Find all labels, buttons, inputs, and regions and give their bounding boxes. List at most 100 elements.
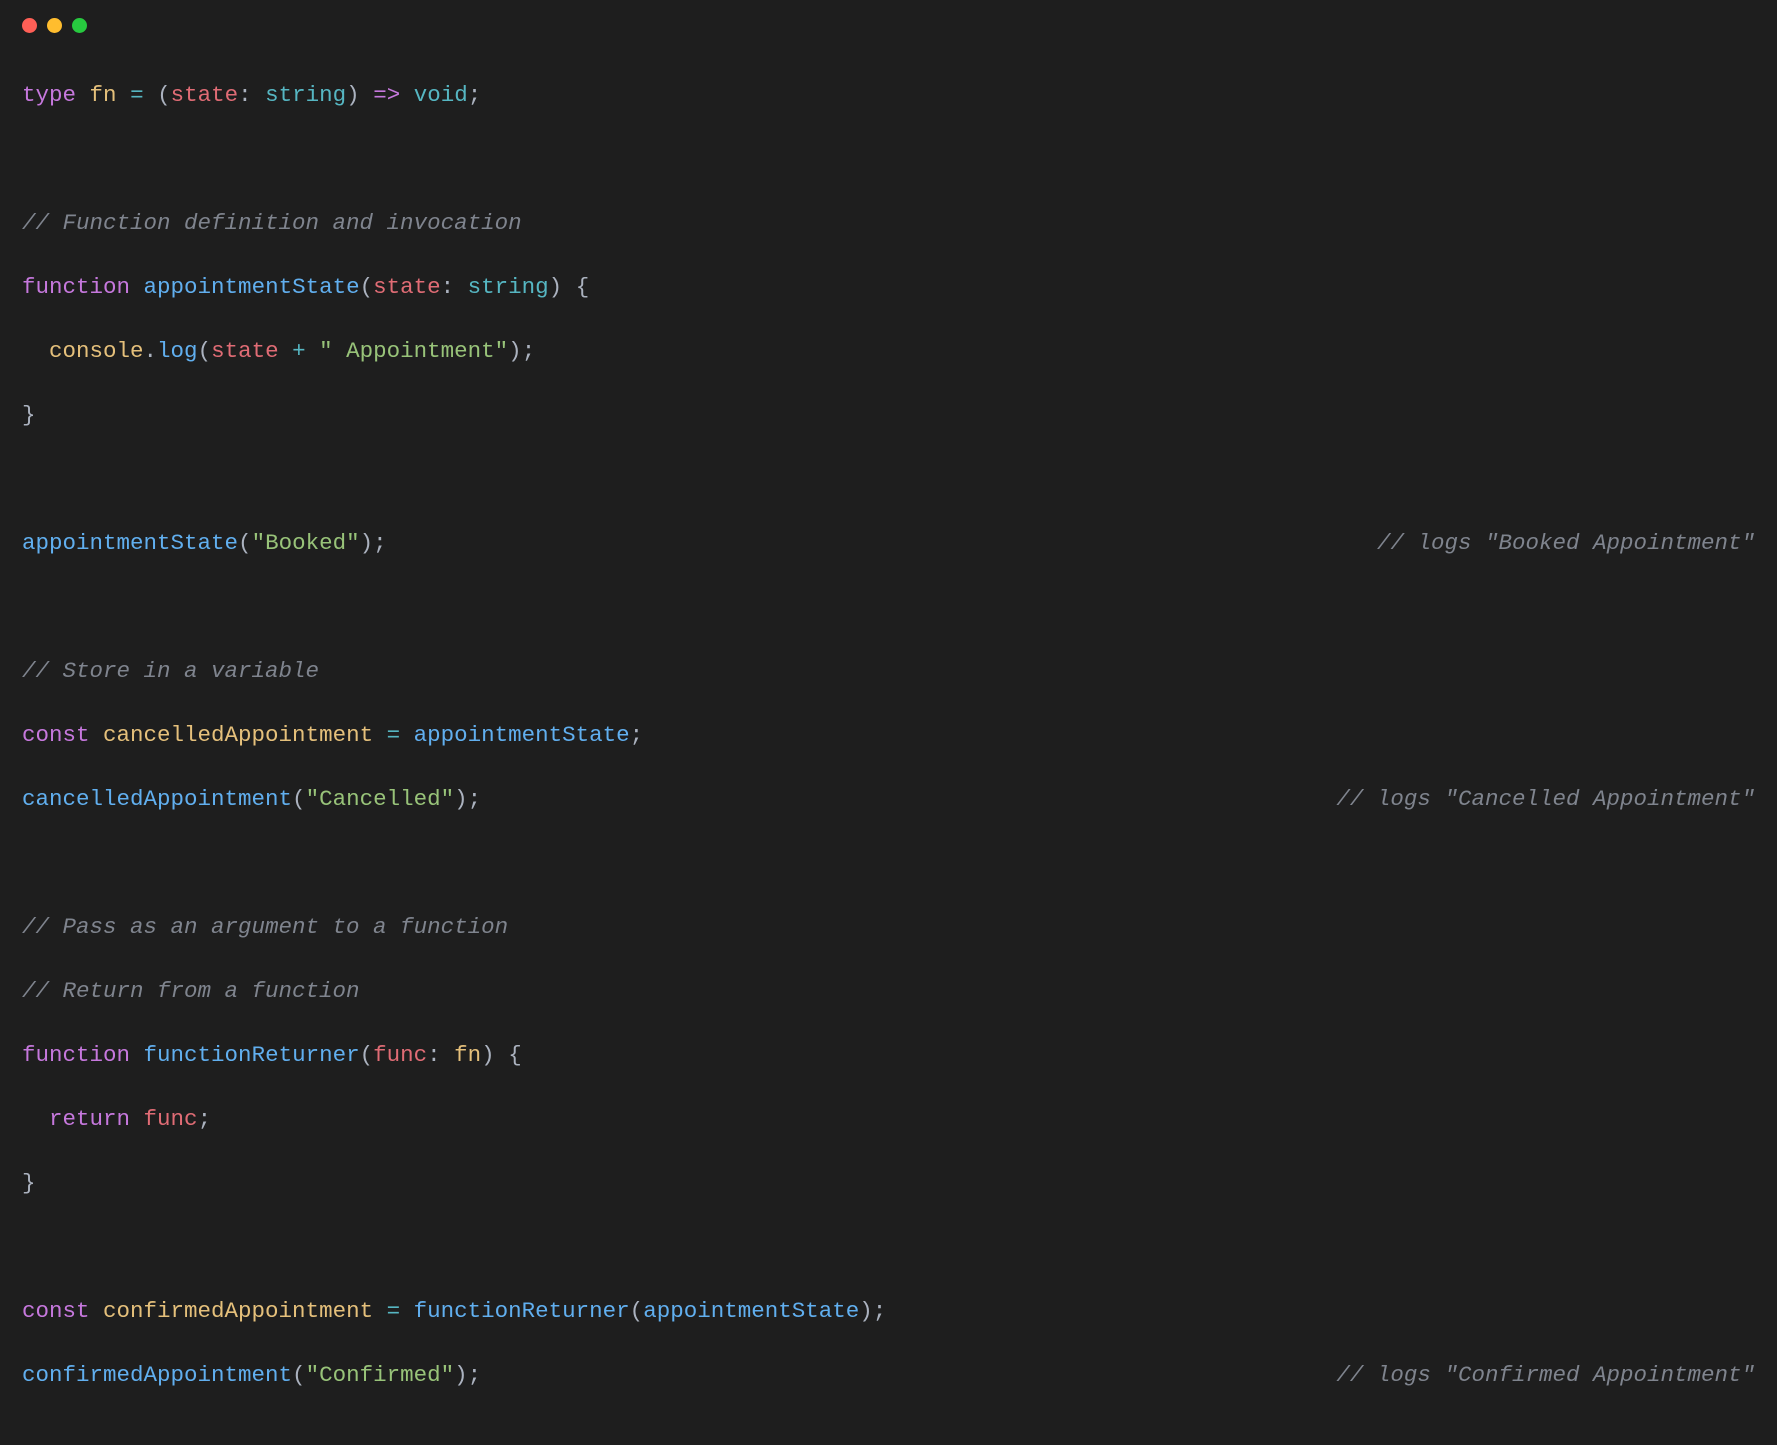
semicolon: ; — [373, 530, 387, 556]
type-string: string — [265, 82, 346, 108]
colon: : — [238, 82, 252, 108]
brace-close: } — [22, 1170, 36, 1196]
semicolon: ; — [198, 1106, 212, 1132]
string-literal: "Cancelled" — [306, 786, 455, 812]
variable-name: confirmedAppointment — [103, 1298, 373, 1324]
plus-op: + — [292, 338, 306, 364]
comment: // Pass as an argument to a function — [22, 914, 508, 940]
paren-close: ) — [454, 1362, 468, 1388]
brace-open: { — [508, 1042, 522, 1068]
keyword-type: type — [22, 82, 76, 108]
comment: // logs "Confirmed Appointment" — [1336, 1362, 1755, 1388]
type-ref: fn — [454, 1042, 481, 1068]
blank-line — [22, 847, 1755, 879]
variable-ref: func — [144, 1106, 198, 1132]
paren-close: ) — [859, 1298, 873, 1324]
equals-op: = — [387, 1298, 401, 1324]
semicolon: ; — [873, 1298, 887, 1324]
param-name: state — [171, 82, 239, 108]
paren-open: ( — [630, 1298, 644, 1324]
comment: // logs "Booked Appointment" — [1377, 530, 1755, 556]
function-call: confirmedAppointment — [22, 1362, 292, 1388]
equals-op: = — [387, 722, 401, 748]
code-line: // Store in a variable — [22, 655, 1755, 687]
function-name: functionReturner — [144, 1042, 360, 1068]
variable-name: cancelledAppointment — [103, 722, 373, 748]
code-line: } — [22, 399, 1755, 431]
comment: // Return from a function — [22, 978, 360, 1004]
arg-name: state — [211, 338, 279, 364]
code-line: const confirmedAppointment = functionRet… — [22, 1295, 1755, 1327]
string-literal: "Confirmed" — [306, 1362, 455, 1388]
function-name: appointmentState — [144, 274, 360, 300]
code-line: type fn = (state: string) => void; — [22, 79, 1755, 111]
string-literal: " Appointment" — [319, 338, 508, 364]
code-line: // Return from a function — [22, 975, 1755, 1007]
code-line: confirmedAppointment("Confirmed");// log… — [22, 1359, 1755, 1391]
paren-open: ( — [157, 82, 171, 108]
blank-line — [22, 591, 1755, 623]
brace-close: } — [22, 402, 36, 428]
minimize-icon[interactable] — [47, 18, 62, 33]
paren-open: ( — [292, 786, 306, 812]
keyword-const: const — [22, 1298, 90, 1324]
keyword-function: function — [22, 274, 130, 300]
type-name: fn — [90, 82, 117, 108]
arg-identifier: appointmentState — [643, 1298, 859, 1324]
param-name: func — [373, 1042, 427, 1068]
code-line: const cancelledAppointment = appointment… — [22, 719, 1755, 751]
equals-op: = — [130, 82, 144, 108]
code-editor[interactable]: type fn = (state: string) => void; // Fu… — [0, 47, 1777, 1445]
comment: // Function definition and invocation — [22, 210, 522, 236]
type-string: string — [468, 274, 549, 300]
paren-open: ( — [198, 338, 212, 364]
paren-close: ) — [481, 1042, 495, 1068]
colon: : — [427, 1042, 441, 1068]
function-call: cancelledAppointment — [22, 786, 292, 812]
brace-open: { — [576, 274, 590, 300]
window-titlebar — [0, 0, 1777, 47]
indent — [22, 338, 49, 364]
paren-close: ) — [360, 530, 374, 556]
keyword-const: const — [22, 722, 90, 748]
param-name: state — [373, 274, 441, 300]
console-object: console — [49, 338, 144, 364]
paren-open: ( — [292, 1362, 306, 1388]
keyword-return: return — [49, 1106, 130, 1132]
code-line: // Pass as an argument to a function — [22, 911, 1755, 943]
code-line: } — [22, 1167, 1755, 1199]
paren-open: ( — [238, 530, 252, 556]
keyword-function: function — [22, 1042, 130, 1068]
paren-close: ) — [346, 82, 360, 108]
code-line: appointmentState("Booked"); // logs "Book… — [22, 527, 1755, 559]
code-line: console.log(state + " Appointment"); — [22, 335, 1755, 367]
code-line: cancelledAppointment("Cancelled");// log… — [22, 783, 1755, 815]
indent — [22, 1106, 49, 1132]
paren-open: ( — [360, 274, 374, 300]
colon: : — [441, 274, 455, 300]
paren-close: ) — [508, 338, 522, 364]
paren-open: ( — [360, 1042, 374, 1068]
arrow-op: => — [373, 82, 400, 108]
paren-close: ) — [454, 786, 468, 812]
semicolon: ; — [630, 722, 644, 748]
zoom-icon[interactable] — [72, 18, 87, 33]
code-line: // Function definition and invocation — [22, 207, 1755, 239]
blank-line — [22, 1231, 1755, 1263]
string-literal: "Booked" — [252, 530, 360, 556]
log-method: log — [157, 338, 198, 364]
paren-close: ) — [549, 274, 563, 300]
function-call: functionReturner — [414, 1298, 630, 1324]
semicolon: ; — [468, 82, 482, 108]
code-line: function functionReturner(func: fn) { — [22, 1039, 1755, 1071]
comment: // Store in a variable — [22, 658, 319, 684]
blank-line — [22, 143, 1755, 175]
code-line: function appointmentState(state: string)… — [22, 271, 1755, 303]
dot: . — [144, 338, 158, 364]
type-void: void — [414, 82, 468, 108]
function-call: appointmentState — [22, 530, 238, 556]
blank-line — [22, 463, 1755, 495]
semicolon: ; — [522, 338, 536, 364]
close-icon[interactable] — [22, 18, 37, 33]
code-line: return func; — [22, 1103, 1755, 1135]
